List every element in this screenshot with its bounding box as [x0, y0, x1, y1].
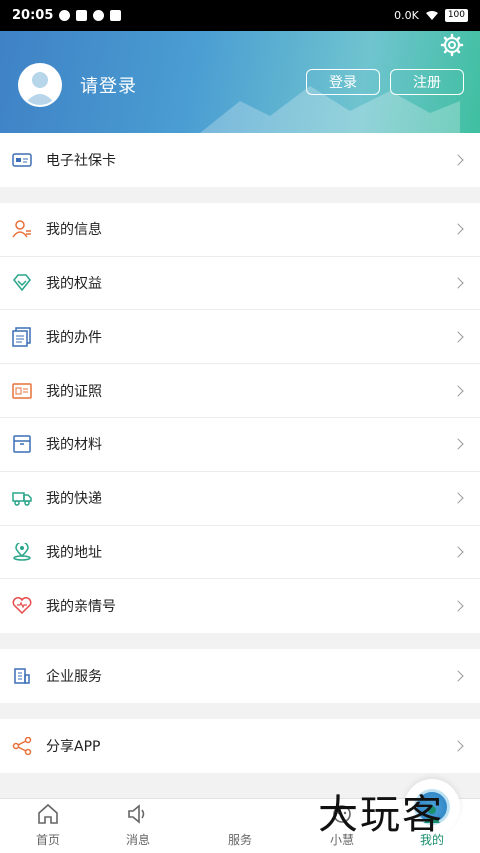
chat-icon [93, 10, 105, 21]
home-icon [38, 803, 58, 824]
chevron-right-icon [452, 600, 464, 612]
truck-icon [12, 488, 32, 508]
divider [0, 702, 480, 719]
notification-badge-icon [59, 10, 71, 21]
chevron-right-icon [452, 154, 464, 166]
chevron-right-icon [452, 331, 464, 343]
gear-icon[interactable] [440, 33, 464, 57]
chevron-right-icon [452, 384, 464, 397]
menu-item-label: 我的信息 [46, 222, 102, 239]
documents-icon [12, 327, 32, 347]
android-icon [76, 10, 88, 21]
chevron-right-icon [452, 546, 464, 558]
chevron-right-icon [452, 277, 464, 289]
nav-messages[interactable]: 消息 [90, 799, 186, 853]
menu-item-my-info[interactable]: 我的信息 [0, 203, 480, 257]
menu-item-my-address[interactable]: 我的地址 [0, 526, 480, 580]
social-card-icon [12, 150, 32, 170]
status-bar: 20:05 0.0K 100 [0, 0, 480, 31]
menu-item-label: 我的亲情号 [46, 599, 116, 616]
chevron-right-icon [452, 438, 464, 451]
menu-item-my-rights[interactable]: 我的权益 [0, 257, 480, 311]
menu-item-label: 我的证照 [46, 383, 102, 400]
battery-icon: 100 [444, 9, 468, 22]
share-icon [12, 736, 32, 756]
menu-item-label: 我的权益 [46, 275, 102, 292]
divider [0, 633, 480, 650]
status-right: 0.0K 100 [394, 9, 468, 22]
license-icon [12, 381, 32, 401]
user-avatar-icon [24, 72, 56, 105]
wifi-icon [425, 11, 438, 20]
status-notification-icons [59, 10, 122, 21]
box-icon [12, 434, 32, 454]
menu-item-label: 分享APP [46, 738, 101, 755]
menu-group-social-card: 电子社保卡 [0, 133, 480, 187]
building-icon [12, 666, 32, 686]
chevron-right-icon [452, 223, 464, 235]
login-button[interactable]: 登录 [306, 69, 380, 95]
diamond-icon [12, 273, 32, 293]
speaker-icon [128, 804, 145, 824]
menu-item-my-licenses[interactable]: 我的证照 [0, 364, 480, 418]
chevron-right-icon [452, 740, 464, 752]
avatar[interactable] [18, 63, 62, 107]
nav-home[interactable]: 首页 [0, 799, 96, 853]
menu-item-enterprise-service[interactable]: 企业服务 [0, 649, 480, 703]
status-time: 20:05 [12, 8, 54, 23]
menu-item-label: 我的快递 [46, 491, 102, 508]
profile-header: 请登录 登录 注册 [0, 31, 480, 133]
location-icon [12, 542, 32, 562]
user-info-icon [12, 219, 32, 239]
menu-group-share: 分享APP [0, 718, 480, 773]
menu-item-my-cases[interactable]: 我的办件 [0, 310, 480, 365]
divider [0, 186, 480, 203]
nav-label: 首页 [35, 833, 60, 847]
chevron-right-icon [452, 670, 464, 682]
menu-item-my-family-number[interactable]: 我的亲情号 [0, 579, 480, 633]
menu-item-my-express[interactable]: 我的快递 [0, 472, 480, 526]
menu-item-label: 我的办件 [46, 329, 102, 346]
watermark-logo: 大玩客 [318, 792, 444, 838]
menu-group-personal: 我的信息 我的权益 我的办件 我的证照 我的材料 我的快递 我的地址 我的亲情号 [0, 202, 480, 634]
menu-group-enterprise: 企业服务 [0, 649, 480, 703]
menu-item-share-app[interactable]: 分享APP [0, 719, 480, 773]
login-prompt[interactable]: 请登录 [80, 72, 137, 98]
menu-item-label: 企业服务 [46, 669, 102, 686]
net-speed: 0.0K [394, 9, 419, 22]
menu-item-label: 电子社保卡 [46, 152, 116, 169]
heart-icon [12, 596, 32, 616]
menu-item-label: 我的材料 [46, 437, 102, 454]
image-icon [110, 10, 122, 21]
nav-label: 消息 [125, 833, 150, 847]
menu-item-my-materials[interactable]: 我的材料 [0, 418, 480, 472]
register-button[interactable]: 注册 [390, 69, 464, 95]
nav-service[interactable]: 服务 [192, 779, 460, 853]
nav-label: 服务 [227, 833, 252, 847]
menu-item-social-card[interactable]: 电子社保卡 [0, 133, 480, 187]
chevron-right-icon [452, 492, 464, 504]
menu-item-label: 我的地址 [46, 544, 102, 561]
menu-list: 电子社保卡 我的信息 我的权益 我的办件 我的证照 我的材料 我的快递 我的地址… [0, 133, 480, 773]
